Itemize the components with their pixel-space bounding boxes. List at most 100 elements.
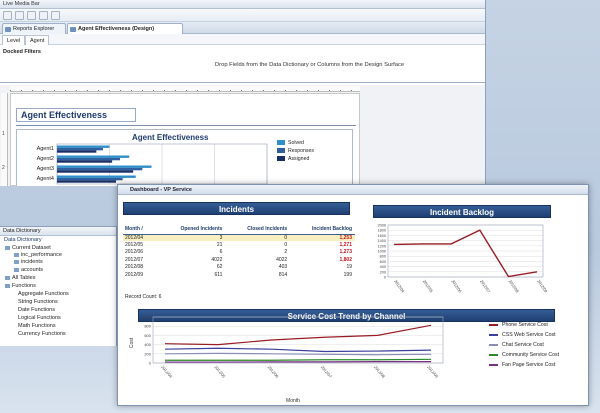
data-dictionary-heading: Data Dictionary — [4, 237, 42, 243]
drop-fields-hint: Drop Fields from the Data Dictionary or … — [215, 62, 405, 68]
tree-item-current-dataset[interactable]: Current Dataset — [5, 245, 51, 251]
bar — [57, 155, 130, 158]
cell-closed: 0 — [225, 234, 291, 242]
cell-month: 2012/04 — [123, 234, 158, 242]
x-tick-label: 2012/04 — [393, 279, 406, 294]
tree-item-accounts[interactable]: accounts — [14, 267, 43, 273]
agent-effectiveness-chart[interactable]: Agent Effectiveness Agent1 Agent2 Agent3 Ag… — [16, 129, 353, 186]
legend-swatch — [489, 323, 498, 326]
cell-month: 2012/09 — [125, 271, 144, 278]
copy-icon[interactable] — [27, 11, 36, 20]
x-tick-label: 2012/04 — [160, 364, 174, 379]
cell-backlog: 1,253 — [290, 234, 355, 242]
legend-swatch — [277, 140, 285, 146]
cell-closed: 0 — [284, 242, 288, 249]
legend-label: CSS Web Service Cost — [502, 332, 556, 338]
designer-window: Live Media Bar Reports Explorer Agent Ef… — [0, 0, 486, 186]
tree-item-functions[interactable]: Functions — [5, 283, 36, 289]
cell-backlog: 199 — [343, 271, 352, 278]
cell-opened: 62 — [216, 264, 223, 271]
cell-month: 2012/08 — [125, 264, 144, 271]
category-label: Agent3 — [37, 166, 54, 172]
table-row[interactable]: 2012/04 3 0 1,253 — [123, 234, 355, 242]
tab-level[interactable]: Level — [2, 35, 26, 45]
cell-closed: 2 — [284, 249, 288, 256]
cell-closed: 814 — [278, 271, 288, 278]
x-tick-label: 2012/09 — [426, 364, 440, 379]
bar — [57, 177, 123, 181]
report-canvas[interactable]: Agent Effectiveness Agent Effectiveness … — [10, 93, 360, 186]
x-tick-label: 2012/07 — [320, 364, 334, 379]
cell-backlog: 1,271 — [339, 242, 352, 249]
table-header-row: Month / Opened Incidents Closed Incident… — [123, 224, 355, 235]
save-icon[interactable] — [39, 11, 48, 20]
legend-label: Phone Service Cost — [502, 322, 548, 328]
cell-backlog: 1,273 — [339, 249, 352, 256]
y-axis-label: Cost — [129, 337, 135, 348]
title-divider — [16, 125, 356, 126]
pin-icon[interactable] — [3, 11, 12, 20]
cell-closed: 4022 — [276, 256, 288, 263]
table-row[interactable]: 2012/09 611 814 199 — [123, 271, 355, 278]
tree-item-math-functions[interactable]: Math Functions — [18, 323, 56, 329]
tree-item-inc-performance[interactable]: inc_performance — [14, 252, 62, 258]
table-row[interactable]: 2012/05 21 0 1,271 — [123, 241, 355, 248]
tab-reports-explorer[interactable]: Reports Explorer — [2, 23, 66, 34]
ruler-mark: 1 — [2, 131, 5, 137]
design-surface[interactable]: 1 2 Agent Effectiveness Agent Effectiven… — [0, 85, 485, 186]
docked-filters-label: Docked Filters — [3, 49, 41, 55]
backlog-line — [393, 229, 538, 278]
table-row[interactable]: 2012/08 62 403 19 — [123, 264, 355, 271]
bar — [57, 165, 152, 168]
open-icon[interactable] — [15, 11, 24, 20]
legend-item: Assigned — [277, 156, 309, 162]
bar — [57, 175, 136, 178]
tab-agent[interactable]: Agent — [25, 35, 50, 45]
service-cost-trend-chart[interactable]: 0 200 400 600 800 1000 Cost Month 2012/04 2012/05… — [123, 313, 583, 405]
category-label: Agent2 — [37, 156, 54, 162]
data-dictionary-title: Data Dictionary — [0, 227, 116, 236]
series-line — [165, 358, 432, 361]
tree-item-all-tables[interactable]: All Tables — [5, 275, 35, 281]
bar — [57, 160, 113, 163]
incidents-header: Incidents — [123, 202, 350, 215]
x-tick-label: 2012/09 — [536, 279, 549, 294]
docked-filters-area[interactable]: Docked Filters Drop Fields from the Data… — [0, 45, 485, 83]
legend-item: Community Service Cost — [489, 352, 559, 358]
incidents-table: Month / Opened Incidents Closed Incident… — [123, 224, 355, 278]
tree-item-incidents[interactable]: incidents — [14, 259, 43, 265]
incident-backlog-chart[interactable]: 0 200 400 600 800 1000 1200 1400 1600 1800 2000 201… — [368, 217, 550, 299]
tree-item-date-functions[interactable]: Date Functions — [18, 307, 55, 313]
cell-opened: 3 — [157, 234, 226, 242]
tree-item-string-functions[interactable]: String Functions — [18, 299, 58, 305]
cell-opened: 4022 — [211, 256, 223, 263]
ruler-mark: 2 — [2, 165, 5, 171]
export-icon[interactable] — [51, 11, 60, 20]
column-header-backlog[interactable]: Incident Backlog — [290, 224, 355, 235]
column-header-month[interactable]: Month / — [123, 224, 158, 235]
bar — [57, 180, 117, 183]
legend-label: Fan Page Service Cost — [502, 362, 556, 368]
y-tick-label: 1200 — [378, 244, 386, 248]
table-row[interactable]: 2012/06 6 2 1,273 — [123, 249, 355, 256]
table-row[interactable]: 2012/07 4022 4022 1,802 — [123, 256, 355, 263]
report-title-box[interactable]: Agent Effectiveness — [16, 108, 136, 122]
series-line — [164, 324, 432, 346]
category-label: Agent1 — [37, 146, 54, 152]
x-tick-label: 2012/08 — [373, 364, 387, 379]
tree-item-aggregate-functions[interactable]: Aggregate Functions — [18, 291, 69, 297]
horizontal-ruler — [10, 86, 360, 92]
tree-item-logical-functions[interactable]: Logical Functions — [18, 315, 61, 321]
legend-item: Responses — [277, 148, 314, 154]
tree-item-currency-functions[interactable]: Currency Functions — [18, 331, 66, 337]
legend-item: Solved — [277, 140, 304, 146]
dataset-icon — [5, 245, 10, 250]
legend-swatch — [489, 343, 498, 346]
cell-month: 2012/07 — [125, 256, 144, 263]
plot-area — [152, 316, 444, 364]
column-header-closed[interactable]: Closed Incidents — [225, 224, 291, 235]
table-icon — [14, 267, 19, 272]
tab-agent-effectiveness-design[interactable]: Agent Effectiveness (Design) — [67, 23, 183, 34]
tree-label: accounts — [21, 267, 44, 273]
column-header-opened[interactable]: Opened Incidents — [157, 224, 226, 235]
